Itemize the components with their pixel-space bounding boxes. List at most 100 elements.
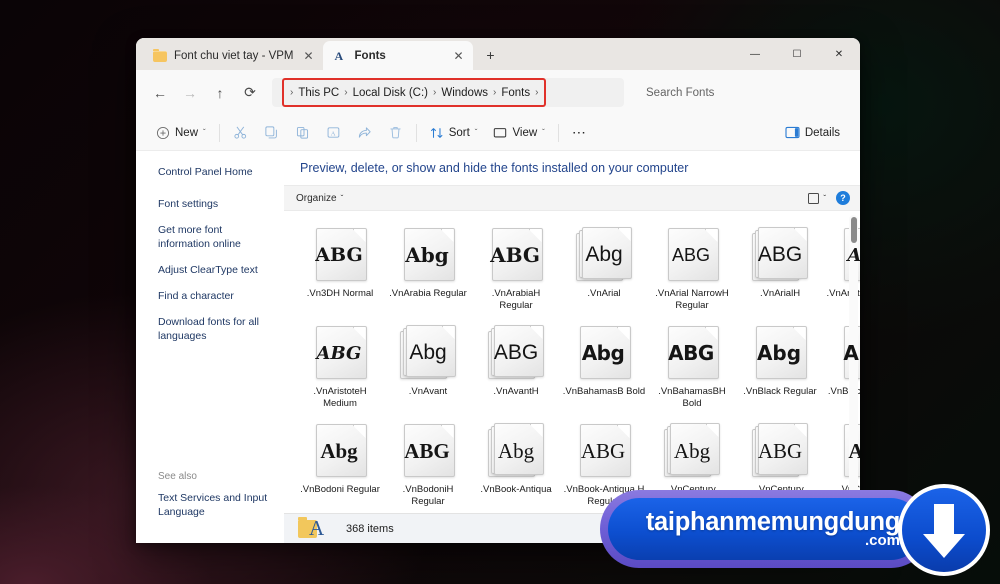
- organize-bar: Organize ˇ ˇ ?: [284, 185, 860, 211]
- window-titlebar: Font chu viet tay - VPM ✕ A Fonts ✕ + — …: [136, 38, 860, 70]
- font-file-icon: ABG: [751, 423, 809, 479]
- scissors-icon: [234, 126, 246, 139]
- font-tile[interactable]: Abg .VnBahamasB Bold: [562, 321, 646, 419]
- chevron-down-icon: ˇ: [542, 128, 545, 137]
- breadcrumb-local-disk[interactable]: Local Disk (C:): [348, 87, 433, 99]
- details-label: Details: [804, 126, 840, 139]
- view-label: View: [512, 126, 538, 139]
- font-tile[interactable]: ABG .VnArial NarrowH Regular: [650, 223, 734, 321]
- breadcrumb-this-pc[interactable]: This PC: [293, 87, 344, 99]
- cut-button[interactable]: [225, 119, 256, 147]
- rename-button[interactable]: A: [318, 119, 349, 147]
- more-options-button[interactable]: ⋯: [564, 119, 595, 147]
- share-icon: [358, 127, 371, 138]
- toolbar-divider: [557, 123, 559, 142]
- font-tile[interactable]: ABG .VnArabiaH Regular: [474, 223, 558, 321]
- font-preview-glyph: ABG: [843, 341, 860, 365]
- watermark-text: taiphanmemungdung: [645, 508, 900, 536]
- chevron-down-icon: ˇ: [823, 193, 826, 203]
- font-file-icon: ABG: [487, 325, 545, 381]
- search-input[interactable]: Search Fonts: [636, 78, 806, 107]
- control-panel-sidebar: Control Panel Home Font settings Get mor…: [136, 151, 284, 543]
- font-preview-glyph: Abg: [497, 438, 535, 463]
- back-button[interactable]: ←: [146, 79, 174, 107]
- font-preview-glyph: ABG: [757, 438, 803, 463]
- new-tab-button[interactable]: +: [479, 43, 503, 67]
- font-tile-label: .VnAristoteH Medium: [313, 386, 367, 409]
- font-preview-glyph: ABG: [490, 243, 540, 267]
- sidebar-see-also-section: See also Text Services and Input Languag…: [158, 471, 284, 543]
- font-file-icon: Abg: [576, 325, 633, 381]
- minimize-button[interactable]: —: [734, 38, 776, 70]
- refresh-button[interactable]: ⟳: [236, 79, 264, 107]
- font-preview-glyph: Abg: [320, 438, 358, 463]
- fonts-grid: ABG .Vn3DH Normal Abg .VnArabia Regular ABG.…: [284, 211, 860, 513]
- paste-button[interactable]: [287, 119, 318, 147]
- see-also-label: See also: [158, 471, 197, 482]
- font-tile[interactable]: ABG .VnBodoniH Regular: [386, 419, 470, 513]
- breadcrumb-fonts[interactable]: Fonts: [496, 87, 535, 99]
- font-file-icon: Abg: [663, 423, 721, 479]
- sidebar-item-control-panel-home[interactable]: Control Panel Home: [158, 165, 276, 179]
- font-file-icon: ABG: [400, 423, 457, 479]
- font-file-icon: Abg: [399, 325, 457, 381]
- delete-button[interactable]: [380, 119, 411, 147]
- share-button[interactable]: [349, 119, 380, 147]
- breadcrumb-bar[interactable]: › This PC › Local Disk (C:) › Windows › …: [272, 78, 624, 107]
- font-file-icon: Abg: [487, 423, 545, 479]
- sidebar-item-get-more-font-information-online[interactable]: Get more font information online: [158, 223, 276, 251]
- font-tile[interactable]: ABG .VnAvantH: [474, 321, 558, 419]
- font-file-icon: Abg: [752, 325, 809, 381]
- organize-button[interactable]: Organize: [296, 193, 337, 204]
- font-tile-label: .VnBodoniH Regular: [402, 484, 454, 507]
- new-button[interactable]: New ˇ: [148, 119, 214, 147]
- rename-icon: A: [327, 127, 340, 138]
- sidebar-item-font-settings[interactable]: Font settings: [158, 197, 276, 211]
- view-layout-button[interactable]: ˇ: [808, 192, 826, 204]
- close-icon[interactable]: ✕: [301, 48, 317, 64]
- copy-button[interactable]: [256, 119, 287, 147]
- sort-label: Sort: [448, 126, 470, 139]
- new-label: New: [175, 126, 199, 139]
- font-tile[interactable]: Abg .VnArabia Regular: [386, 223, 470, 321]
- sort-button[interactable]: Sort ˇ: [422, 119, 486, 147]
- toolbar-divider: [218, 123, 220, 142]
- font-tile[interactable]: Abg .VnAvant: [386, 321, 470, 419]
- forward-button[interactable]: →: [176, 79, 204, 107]
- font-tile[interactable]: ABG .Vn3DH Normal: [298, 223, 382, 321]
- tab-font-chu-viet-tay[interactable]: Font chu viet tay - VPM ✕: [142, 41, 323, 70]
- font-tile-label: .VnArial: [587, 288, 621, 299]
- font-preview-glyph: Abg: [673, 438, 711, 463]
- font-tile[interactable]: Abg .VnBodoni Regular: [298, 419, 382, 513]
- paste-icon: [296, 126, 308, 139]
- sidebar-item-find-a-character[interactable]: Find a character: [158, 289, 276, 303]
- font-tile[interactable]: Abg .VnArial: [562, 223, 646, 321]
- font-tile[interactable]: Abg .VnBook-Antiqua: [474, 419, 558, 513]
- breadcrumb: › This PC › Local Disk (C:) › Windows › …: [282, 78, 547, 107]
- font-preview-glyph: ABG: [316, 342, 362, 364]
- close-button[interactable]: ✕: [818, 38, 860, 70]
- font-tile[interactable]: ABG .VnAristoteH Medium: [298, 321, 382, 419]
- breadcrumb-windows[interactable]: Windows: [436, 87, 493, 99]
- font-tile[interactable]: ABG .VnArialH: [738, 223, 822, 321]
- tab-fonts[interactable]: A Fonts ✕: [322, 41, 473, 70]
- sidebar-item-download-fonts-for-all-languages[interactable]: Download fonts for all languages: [158, 315, 276, 343]
- sidebar-item-adjust-cleartype-text[interactable]: Adjust ClearType text: [158, 263, 276, 277]
- font-preview-glyph: Abg: [409, 341, 447, 364]
- font-preview-glyph: Abg: [405, 243, 449, 267]
- window-controls: — ☐ ✕: [734, 38, 860, 70]
- details-pane-button[interactable]: Details: [777, 119, 848, 147]
- font-folder-icon: A: [334, 48, 344, 63]
- view-button[interactable]: View ˇ: [485, 119, 552, 147]
- watermark-pill: taiphanmemungdung .com: [600, 490, 930, 568]
- font-tile-label: .VnArabia Regular: [389, 288, 467, 299]
- font-tile[interactable]: Abg .VnBlack Regular: [738, 321, 822, 419]
- font-tile[interactable]: ABG .VnBahamasBH Bold: [650, 321, 734, 419]
- maximize-button[interactable]: ☐: [776, 38, 818, 70]
- item-count-label: 368 items: [346, 522, 394, 535]
- font-preview-glyph: Abg: [756, 341, 802, 365]
- up-button[interactable]: ↑: [206, 79, 234, 107]
- help-icon[interactable]: ?: [836, 191, 850, 205]
- close-icon[interactable]: ✕: [451, 48, 467, 64]
- sidebar-item-text-services-and-input-language[interactable]: Text Services and Input Language: [158, 491, 276, 519]
